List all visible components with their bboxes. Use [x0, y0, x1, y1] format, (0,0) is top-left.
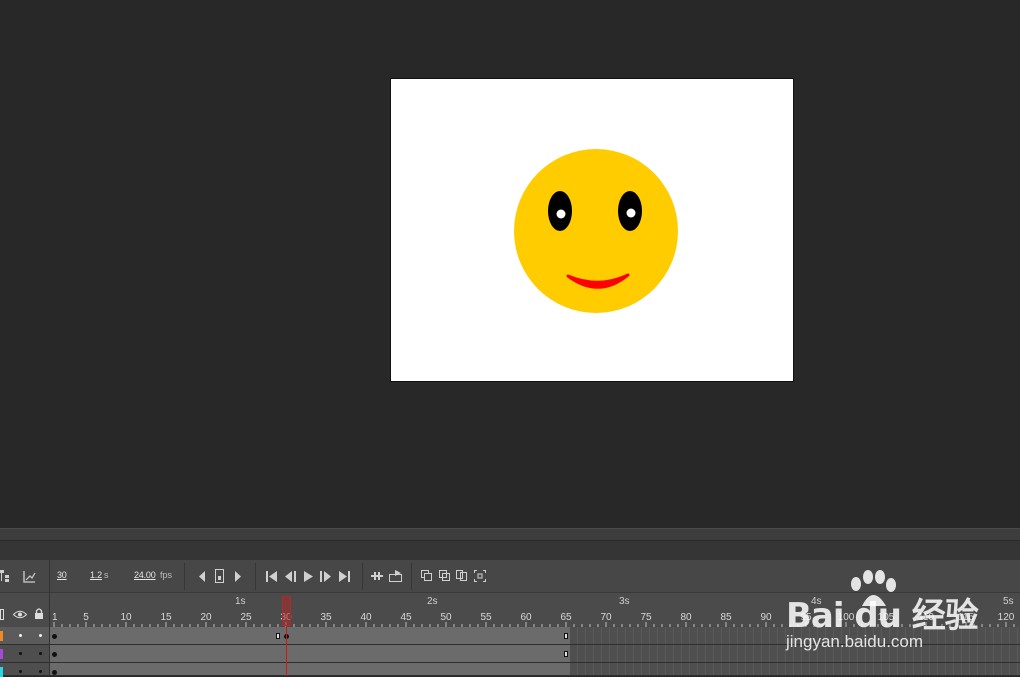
elapsed-time-field[interactable]: 1.2 — [90, 570, 102, 580]
layer-color-swatch[interactable] — [0, 631, 3, 641]
layer-hierarchy-icon[interactable] — [0, 570, 12, 582]
step-forward-icon[interactable] — [234, 571, 242, 582]
keyframe[interactable] — [52, 652, 57, 657]
stage-pasteboard[interactable] — [0, 0, 1020, 528]
toolbar-left-cell — [0, 560, 50, 593]
frame-number-label: 65 — [560, 612, 572, 623]
span-end-marker[interactable] — [276, 633, 280, 639]
keyframe[interactable] — [52, 670, 57, 675]
smiley-face-artwork[interactable] — [391, 79, 793, 381]
layer-header[interactable] — [0, 627, 50, 644]
empty-frames[interactable] — [570, 663, 1020, 675]
frame-number-label: 85 — [720, 612, 732, 623]
frame-number-label: 45 — [400, 612, 412, 623]
frame-number-label: 60 — [520, 612, 532, 623]
fps-unit: fps — [160, 570, 173, 580]
center-frame-icon[interactable] — [215, 569, 224, 583]
panel-divider[interactable] — [0, 528, 1020, 540]
frame-number-label: 25 — [240, 612, 252, 623]
lock-dot[interactable] — [39, 634, 42, 637]
fps-field[interactable]: 24.00 — [134, 570, 156, 580]
visibility-dot[interactable] — [19, 634, 22, 637]
onion-range-icon[interactable] — [456, 570, 467, 581]
layer-frame-span[interactable] — [50, 627, 570, 644]
layer-header[interactable] — [0, 663, 50, 677]
span-end-marker[interactable] — [564, 633, 568, 639]
frame-number-label: 70 — [600, 612, 612, 623]
toolbar-separator — [255, 563, 256, 590]
layer-frame-span[interactable] — [50, 663, 570, 675]
frame-number-label: 90 — [760, 612, 772, 623]
layer-color-swatch[interactable] — [0, 649, 3, 659]
graph-icon[interactable] — [23, 571, 36, 583]
layer-row[interactable] — [0, 663, 1020, 677]
frame-number-label: 75 — [640, 612, 652, 623]
frame-number-label: 40 — [360, 612, 372, 623]
onion-settings-icon[interactable] — [474, 570, 486, 582]
toolbar-separator — [362, 563, 363, 590]
second-marker: 1s — [235, 596, 246, 607]
frame-number-label: 35 — [320, 612, 332, 623]
span-end-marker[interactable] — [564, 651, 568, 657]
toolbar-separator — [184, 563, 185, 590]
second-marker: 3s — [619, 596, 630, 607]
layer-frame-span[interactable] — [50, 645, 570, 662]
keyframe[interactable] — [52, 634, 57, 639]
previous-frame-icon[interactable] — [284, 571, 296, 582]
second-marker: 2s — [427, 596, 438, 607]
frame-number-label: 5 — [83, 612, 89, 623]
frame-number-label: 50 — [440, 612, 452, 623]
step-back-icon[interactable] — [198, 571, 206, 582]
current-frame-field[interactable]: 30 — [57, 570, 67, 580]
frame-number-label: 10 — [120, 612, 132, 623]
visibility-dot[interactable] — [19, 652, 22, 655]
lock-dot[interactable] — [39, 652, 42, 655]
layer-header[interactable] — [0, 645, 50, 662]
watermark-brand: Bai du 经验 — [786, 596, 979, 636]
frame-number-label: 80 — [680, 612, 692, 623]
onion-skin-icon[interactable] — [421, 570, 432, 581]
toolbar-separator — [411, 563, 412, 590]
loop-icon[interactable] — [371, 571, 383, 581]
stage-canvas[interactable] — [390, 78, 794, 382]
first-frame-icon[interactable] — [266, 571, 277, 582]
timeline-header-bar — [0, 540, 1020, 560]
frame-number-label: 55 — [480, 612, 492, 623]
onion-skin-outlines-icon[interactable] — [439, 570, 450, 581]
visibility-dot[interactable] — [19, 670, 22, 673]
elapsed-time-unit: s — [104, 570, 109, 580]
playhead-line[interactable] — [286, 626, 287, 676]
right-pupil — [626, 208, 636, 218]
watermark-url: jingyan.baidu.com — [786, 632, 924, 651]
next-frame-icon[interactable] — [320, 571, 332, 582]
left-pupil — [556, 209, 566, 219]
playhead-handle[interactable] — [282, 596, 291, 626]
frame-number-label: 15 — [160, 612, 172, 623]
last-frame-icon[interactable] — [339, 571, 351, 582]
baidu-watermark: Bai du 经验 jingyan.baidu.com — [786, 570, 1016, 651]
play-icon[interactable] — [304, 571, 313, 582]
lock-dot[interactable] — [39, 670, 42, 673]
edit-multiple-frames-icon[interactable] — [389, 570, 403, 582]
frame-number-label: 20 — [200, 612, 212, 623]
frame-number-label: 1 — [52, 612, 58, 623]
